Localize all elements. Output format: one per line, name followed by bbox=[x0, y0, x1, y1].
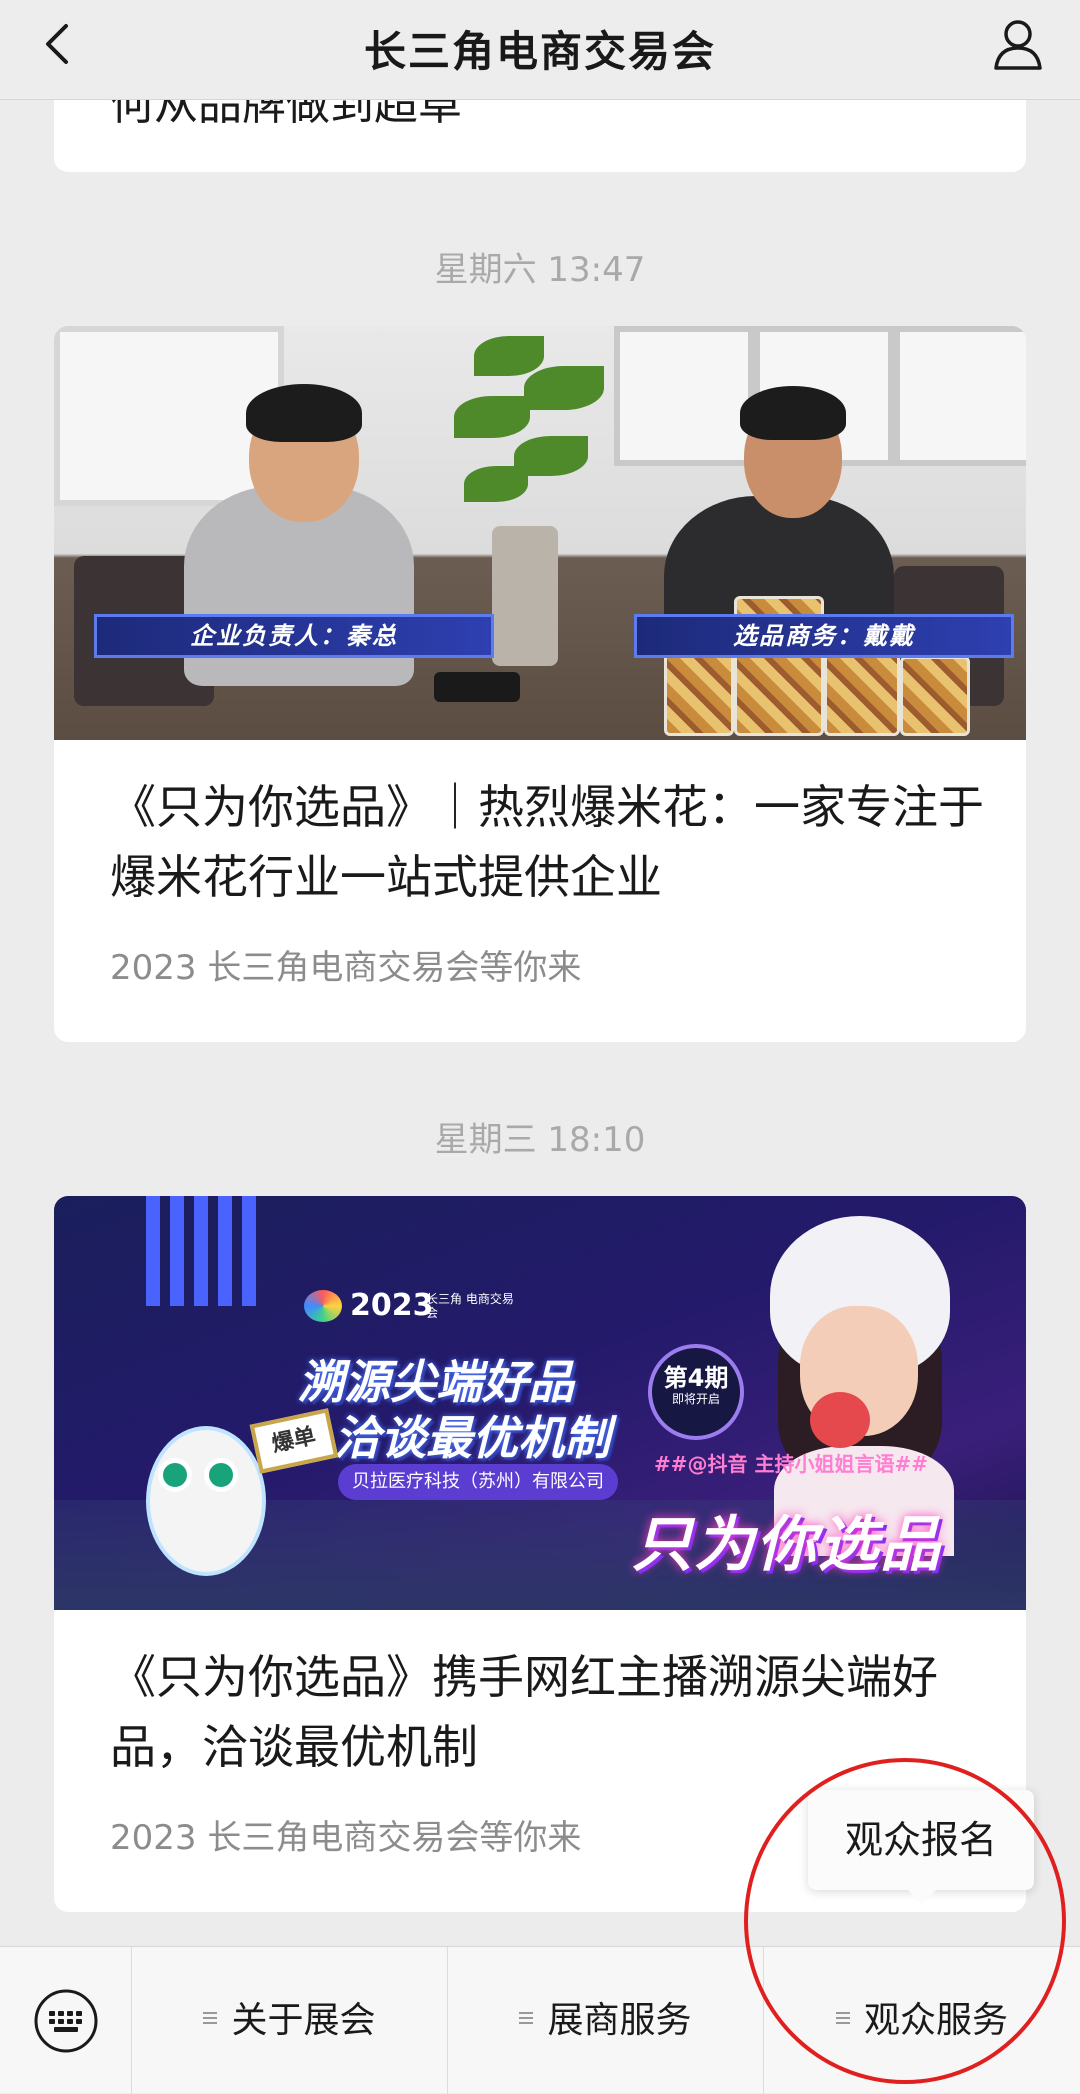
menu-lines-icon bbox=[835, 2009, 850, 2027]
menu-lines-icon bbox=[519, 2009, 534, 2027]
event-logo-text: 长三角 电商交易会 bbox=[426, 1292, 514, 1320]
banner-headline-2: 洽谈最优机制 bbox=[334, 1411, 610, 1465]
menu-exhibitor-services[interactable]: 展商服务 bbox=[448, 1947, 764, 2094]
event-logo-year: 2023 bbox=[350, 1288, 434, 1323]
article-cover-image: 企业负责人：秦总 选品商务：戴戴 bbox=[54, 326, 1026, 740]
article-cover-image: 2023 长三角 电商交易会 溯源尖端好品 洽谈最优机制 贝拉医疗科技（苏州）有… bbox=[54, 1196, 1026, 1610]
article-card[interactable]: 企业负责人：秦总 选品商务：戴戴 《只为你选品》｜热烈爆米花：一家专注于爆米花行… bbox=[54, 326, 1026, 1042]
caption-left: 企业负责人：秦总 bbox=[94, 614, 494, 658]
menu-lines-icon bbox=[203, 2009, 218, 2027]
banner-main-title: 只为你选品 bbox=[632, 1510, 942, 1580]
message-timestamp: 星期三 18:10 bbox=[434, 1120, 646, 1160]
banner-company: 贝拉医疗科技（苏州）有限公司 bbox=[338, 1464, 618, 1500]
banner-host-tag: ##@抖音 主持小姐姐言语## bbox=[654, 1452, 928, 1476]
keyboard-icon[interactable] bbox=[0, 1947, 132, 2094]
person-icon[interactable] bbox=[986, 12, 1050, 76]
mascot-icon bbox=[146, 1426, 266, 1576]
submenu-audience-registration[interactable]: 观众报名 bbox=[808, 1790, 1034, 1904]
bottom-menu-bar: 关于展会 展商服务 观众服务 bbox=[0, 1946, 1080, 2094]
caption-right: 选品商务：戴戴 bbox=[634, 614, 1014, 658]
article-title: 《只为你选品》携手网红主播溯源尖端好品，洽谈最优机制 bbox=[110, 1650, 938, 1774]
article-subtitle: 2023 长三角电商交易会等你来 bbox=[110, 948, 582, 988]
page-title: 长三角电商交易会 bbox=[363, 27, 716, 76]
episode-badge: 第4期 即将开启 bbox=[648, 1344, 744, 1440]
article-title: 《只为你选品》｜热烈爆米花：一家专注于爆米花行业一站式提供企业 bbox=[110, 780, 984, 904]
message-timestamp: 星期六 13:47 bbox=[434, 250, 646, 290]
article-subtitle: 2023 长三角电商交易会等你来 bbox=[110, 1818, 582, 1858]
menu-about-expo[interactable]: 关于展会 bbox=[132, 1947, 448, 2094]
menu-audience-services[interactable]: 观众服务 bbox=[764, 1947, 1080, 2094]
top-nav-bar: 长三角电商交易会 bbox=[0, 0, 1080, 100]
